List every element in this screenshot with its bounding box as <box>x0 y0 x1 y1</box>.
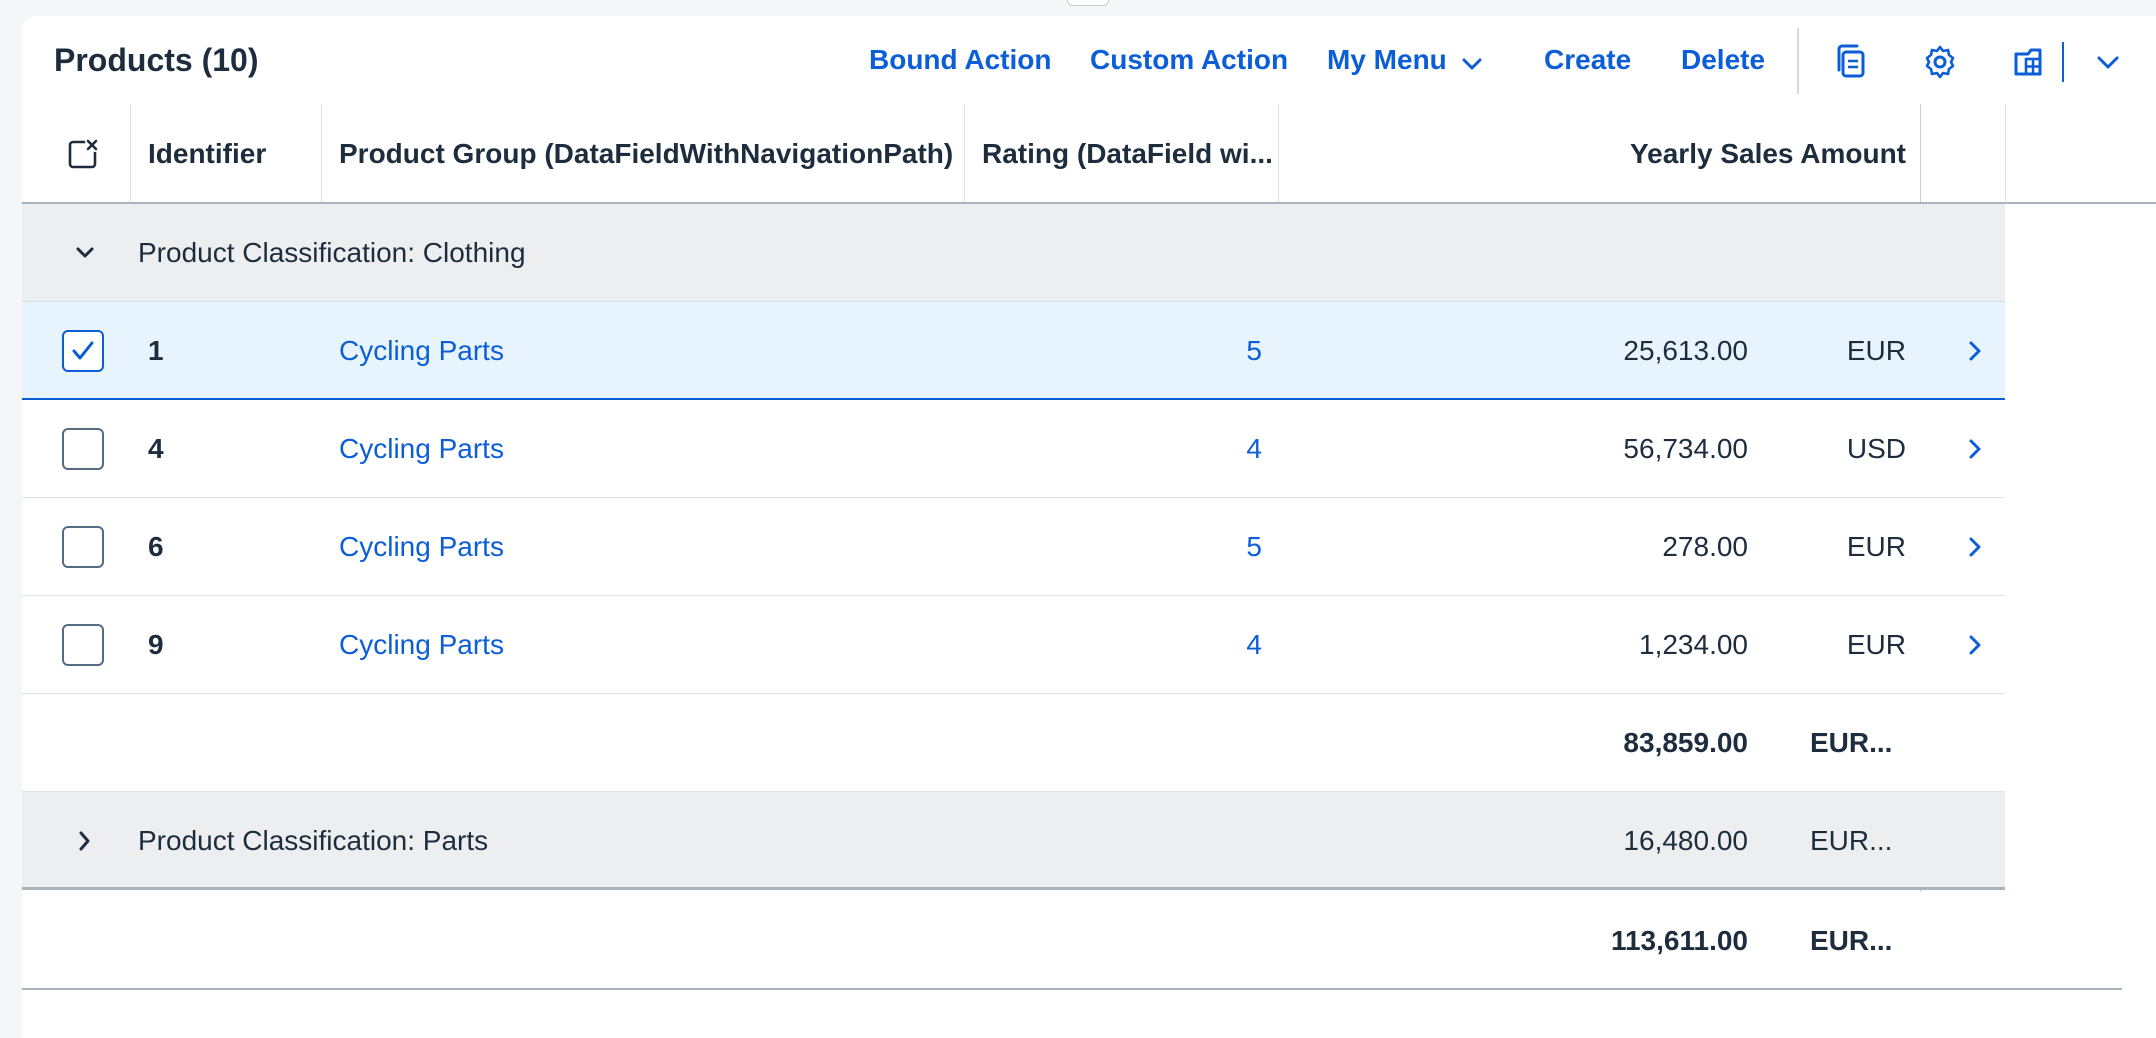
chevron-right-icon[interactable] <box>70 792 100 890</box>
cell-identifier: 6 <box>148 531 164 562</box>
chevron-down-icon[interactable] <box>2088 42 2128 82</box>
row-checkbox[interactable] <box>62 400 104 498</box>
table-header-row: Identifier Product Group (DataFieldWithN… <box>22 104 2156 204</box>
subtotal-amount: 83,859.00 <box>1623 727 1748 758</box>
cell-identifier: 4 <box>148 433 164 464</box>
table-row[interactable]: 4 Cycling Parts 4 56,734.00 USD <box>22 400 2005 498</box>
subtotal-amount: 16,480.00 <box>1623 825 1748 856</box>
chevron-down-icon[interactable] <box>70 204 100 302</box>
cell-currency: EUR <box>1846 335 1906 366</box>
checkbox-checked[interactable] <box>62 330 104 372</box>
subtotal-currency: EUR... <box>1810 825 1893 856</box>
drag-handle[interactable] <box>1067 0 1109 6</box>
grand-total-currency: EUR... <box>1810 925 1893 956</box>
chevron-down-icon <box>1461 18 1483 106</box>
custom-action-button[interactable]: Custom Action <box>1090 16 1288 104</box>
checkbox[interactable] <box>62 526 104 568</box>
cell-amount: 1,234.00 <box>1639 629 1748 660</box>
chevron-right-icon[interactable] <box>1962 498 1988 596</box>
table-row[interactable]: 6 Cycling Parts 5 278.00 EUR <box>22 498 2005 596</box>
group-label: Product Classification: Clothing <box>138 237 526 268</box>
cell-amount: 278.00 <box>1662 531 1748 562</box>
toolbar-separator <box>1797 28 1799 94</box>
cell-rating-link[interactable]: 5 <box>964 302 1262 400</box>
cell-product-group-link[interactable]: Cycling Parts <box>339 596 504 694</box>
group-row-clothing[interactable]: Product Classification: Clothing <box>22 204 2005 302</box>
cell-rating-link[interactable]: 4 <box>964 400 1262 498</box>
column-header-identifier[interactable]: Identifier <box>148 104 266 204</box>
checkbox[interactable] <box>62 624 104 666</box>
chevron-right-icon[interactable] <box>1962 302 1988 400</box>
cell-identifier: 9 <box>148 629 164 660</box>
column-header-product-group[interactable]: Product Group (DataFieldWithNavigationPa… <box>339 104 953 204</box>
cell-currency: EUR <box>1846 629 1906 660</box>
table-row[interactable]: 1 Cycling Parts 5 25,613.00 EUR <box>22 302 2005 400</box>
subtotal-currency: EUR... <box>1810 727 1893 758</box>
column-header-yearly-sales[interactable]: Yearly Sales Amount <box>1278 104 1906 204</box>
cell-identifier: 1 <box>148 335 164 366</box>
cell-product-group-link[interactable]: Cycling Parts <box>339 302 504 400</box>
row-checkbox[interactable] <box>62 498 104 596</box>
products-table-panel: Products (10) Bound Action Custom Action… <box>22 16 2156 1038</box>
checkbox[interactable] <box>62 428 104 470</box>
chevron-right-icon[interactable] <box>1962 400 1988 498</box>
chevron-right-icon[interactable] <box>1962 596 1988 694</box>
clear-selection-icon[interactable] <box>66 104 110 204</box>
group-label: Product Classification: Parts <box>138 825 489 856</box>
group-subtotal-row: 83,859.00 EUR... <box>22 694 2005 792</box>
cell-amount: 25,613.00 <box>1623 335 1748 366</box>
delete-button[interactable]: Delete <box>1681 16 1765 104</box>
grand-total-amount: 113,611.00 <box>1610 925 1748 956</box>
cell-amount: 56,734.00 <box>1623 433 1748 464</box>
column-header-rating[interactable]: Rating (DataField wi... <box>982 104 1273 204</box>
group-row-parts[interactable]: Product Classification: Parts 16,480.00 … <box>22 792 2005 890</box>
my-menu-label: My Menu <box>1327 44 1447 75</box>
cell-product-group-link[interactable]: Cycling Parts <box>339 400 504 498</box>
row-checkbox[interactable] <box>62 302 104 400</box>
bound-action-button[interactable]: Bound Action <box>869 16 1051 104</box>
copy-icon[interactable] <box>1832 42 1872 82</box>
table-title: Products (10) <box>54 42 259 78</box>
row-checkbox[interactable] <box>62 596 104 694</box>
table-toolbar: Products (10) Bound Action Custom Action… <box>22 16 2156 104</box>
cell-rating-link[interactable]: 4 <box>964 596 1262 694</box>
cell-currency: USD <box>1846 433 1906 464</box>
export-icon[interactable] <box>2008 42 2048 82</box>
cell-rating-link[interactable]: 5 <box>964 498 1262 596</box>
cell-currency: EUR <box>1846 531 1906 562</box>
table-row[interactable]: 9 Cycling Parts 4 1,234.00 EUR <box>22 596 2005 694</box>
gear-icon[interactable] <box>1920 42 1960 82</box>
cell-product-group-link[interactable]: Cycling Parts <box>339 498 504 596</box>
my-menu-button[interactable]: My Menu <box>1327 16 1483 104</box>
grand-total-row: 113,611.00 EUR... <box>22 892 2122 990</box>
create-button[interactable]: Create <box>1544 16 1631 104</box>
toolbar-separator <box>2062 42 2064 82</box>
